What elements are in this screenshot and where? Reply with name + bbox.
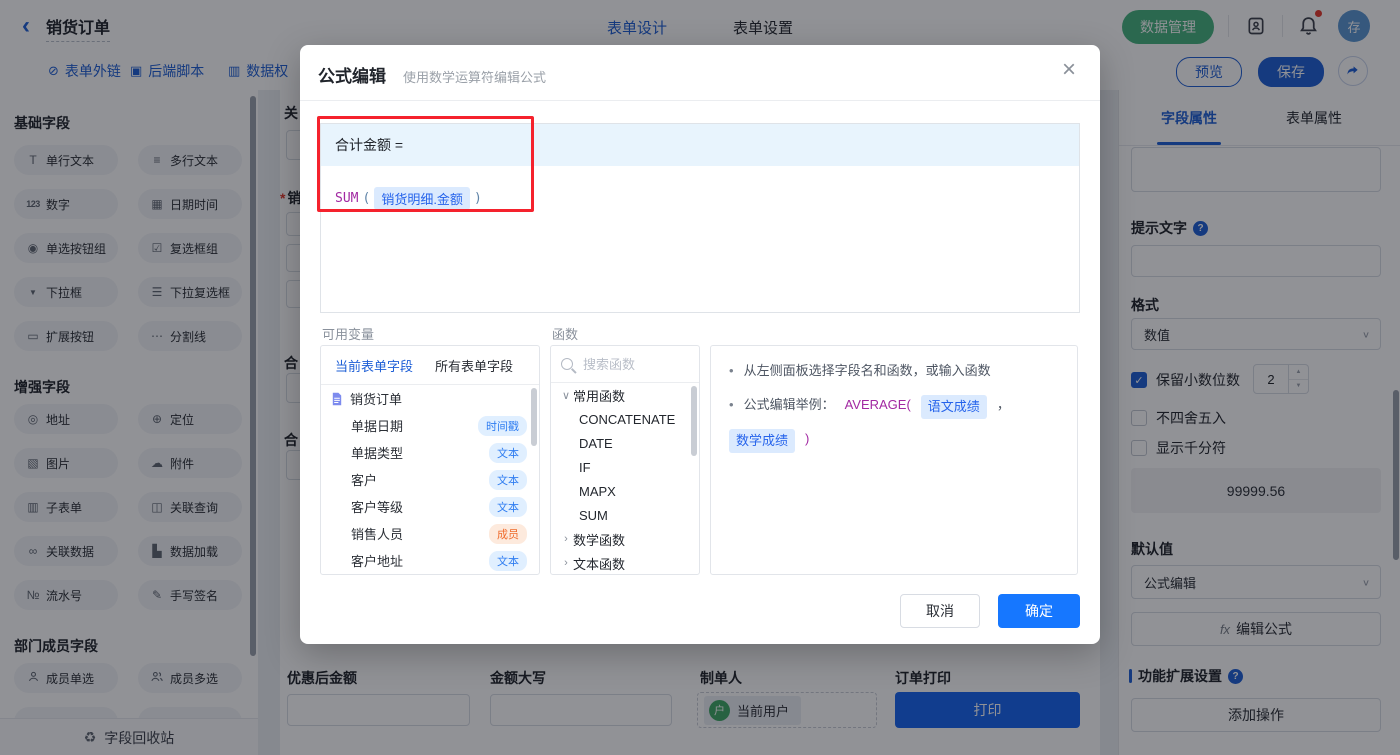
example-field-chip: 数学成绩 [729, 429, 795, 453]
modal-title: 公式编辑 [318, 62, 386, 87]
chevron-collapsed-icon: › [559, 533, 573, 545]
example-function-name: AVERAGE( [845, 395, 911, 415]
tip-line: • 从左侧面板选择字段名和函数，或输入函数 [729, 361, 1059, 381]
variable-name: 单据日期 [331, 416, 478, 435]
variable-row[interactable]: 客户文本 [321, 466, 539, 493]
open-paren: ( [362, 191, 370, 206]
variable-type-tag: 文本 [489, 497, 527, 517]
function-group-label: 数学函数 [573, 530, 625, 549]
bullet-icon: • [729, 361, 734, 381]
close-paren: ) [474, 191, 482, 206]
variables-root-label: 销货订单 [343, 389, 527, 408]
confirm-button[interactable]: 确定 [998, 594, 1080, 628]
variable-type-tag: 文本 [489, 470, 527, 490]
function-item[interactable]: IF [551, 455, 699, 479]
function-group-common[interactable]: ∨常用函数 [551, 383, 699, 407]
close-icon[interactable]: × [1062, 58, 1076, 82]
variable-type-tag: 时间戳 [478, 416, 527, 436]
function-item-label: CONCATENATE [551, 412, 675, 427]
app-root: ‹ 销货订单 表单设计 表单设置 数据管理 存 ⊘ 表单外链 ▣ 后端脚本 ▥ … [0, 0, 1400, 755]
formula-target: 合计金额 = [321, 124, 1079, 166]
field-chip[interactable]: 销货明细.金额 [374, 187, 470, 210]
function-item[interactable]: DATE [551, 431, 699, 455]
search-icon [561, 358, 573, 370]
variables-scrollbar[interactable] [531, 388, 537, 446]
variable-row[interactable]: 销售人员成员 [321, 520, 539, 547]
chevron-collapsed-icon: › [559, 557, 573, 569]
form-file-icon [331, 392, 343, 406]
tip-text: 从左侧面板选择字段名和函数，或输入函数 [744, 361, 991, 381]
variables-tree-root[interactable]: 销货订单 [321, 385, 539, 412]
tab-current-form-fields[interactable]: 当前表单字段 [335, 356, 413, 375]
variable-row[interactable]: 单据日期时间戳 [321, 412, 539, 439]
variable-name: 客户地址 [331, 551, 489, 570]
variable-name: 销售人员 [331, 524, 489, 543]
function-group-label: 常用函数 [573, 386, 625, 405]
chevron-expanded-icon: ∨ [559, 389, 573, 402]
tips-panel: • 从左侧面板选择字段名和函数，或输入函数 • 公式编辑举例： AVERAGE(… [710, 345, 1078, 575]
functions-panel-label: 函数 [552, 324, 578, 343]
formula-expression[interactable]: SUM ( 销货明细.金额 ) [321, 166, 1079, 231]
example-comma: ， [997, 395, 1010, 415]
variables-panel: 当前表单字段 所有表单字段 销货订单 单据日期时间戳 单据类型文本 客户文本 客… [320, 345, 540, 575]
example-close-paren: ) [805, 429, 809, 449]
variable-type-tag: 文本 [489, 551, 527, 571]
variables-panel-label: 可用变量 [322, 324, 374, 343]
function-group-math[interactable]: ›数学函数 [551, 527, 699, 551]
function-item[interactable]: SUM [551, 503, 699, 527]
variable-type-tag: 成员 [489, 524, 527, 544]
functions-scrollbar[interactable] [691, 386, 697, 456]
tab-all-form-fields[interactable]: 所有表单字段 [435, 356, 513, 375]
example-field-chip: 语文成绩 [921, 395, 987, 419]
variable-name: 单据类型 [331, 443, 489, 462]
formula-function-name: SUM [335, 191, 358, 206]
function-item[interactable]: MAPX [551, 479, 699, 503]
variables-tabs: 当前表单字段 所有表单字段 [321, 346, 539, 385]
formula-editor[interactable]: 合计金额 = SUM ( 销货明细.金额 ) [320, 123, 1080, 313]
function-group-text[interactable]: ›文本函数 [551, 551, 699, 575]
function-item[interactable]: CONCATENATE [551, 407, 699, 431]
tip-example-prefix: 公式编辑举例： [744, 395, 835, 415]
variable-row[interactable]: 单据类型文本 [321, 439, 539, 466]
function-item-label: DATE [551, 436, 613, 451]
variable-name: 客户 [331, 470, 489, 489]
function-item-label: MAPX [551, 484, 616, 499]
function-search[interactable] [551, 346, 699, 383]
function-group-label: 文本函数 [573, 554, 625, 573]
variable-row[interactable]: 客户等级文本 [321, 493, 539, 520]
functions-panel: ∨常用函数 CONCATENATE DATE IF MAPX SUM ›数学函数… [550, 345, 700, 575]
function-item-label: IF [551, 460, 591, 475]
modal-header-divider [300, 100, 1100, 101]
cancel-button[interactable]: 取消 [900, 594, 980, 628]
tip-example-line: • 公式编辑举例： AVERAGE( 语文成绩 ， 数学成绩 ) [729, 395, 1059, 453]
bullet-icon: • [729, 395, 734, 415]
function-item-label: SUM [551, 508, 608, 523]
variable-row[interactable]: 客户地址文本 [321, 547, 539, 574]
function-search-input[interactable] [581, 356, 685, 373]
variable-type-tag: 文本 [489, 443, 527, 463]
modal-subtitle: 使用数学运算符编辑公式 [403, 67, 546, 86]
formula-edit-modal: 公式编辑 使用数学运算符编辑公式 × 合计金额 = SUM ( 销货明细.金额 … [300, 45, 1100, 644]
variable-name: 客户等级 [331, 497, 489, 516]
